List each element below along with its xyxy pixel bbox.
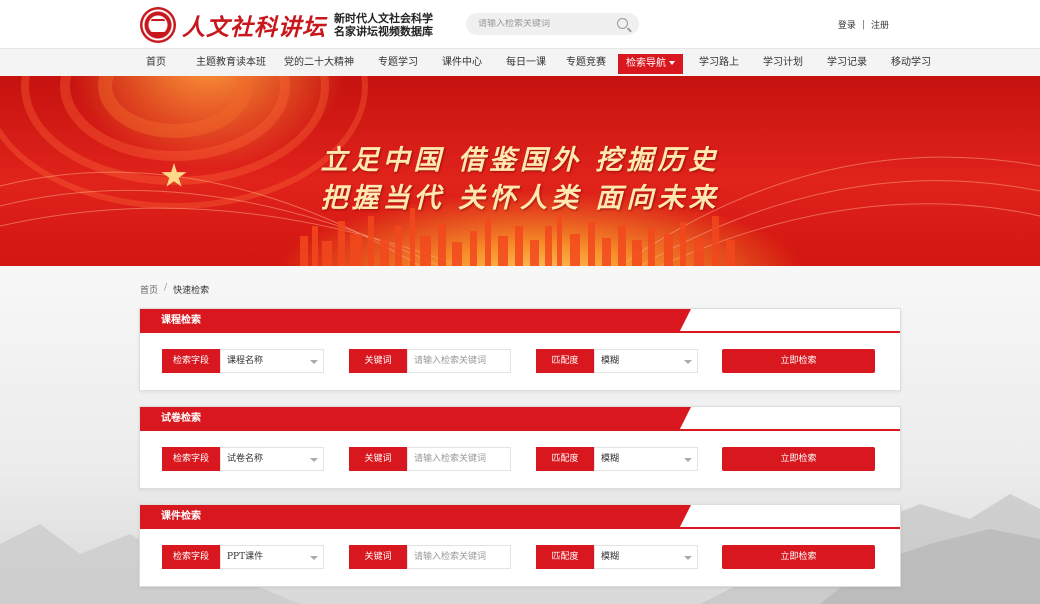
logo-subtitle-line-2: 名家讲坛视频数据库 [334,25,433,38]
match-select-value: 模糊 [601,552,620,562]
nav-item-study-record[interactable]: 学习记录 [827,49,867,77]
keyword-input[interactable]: 请输入检索关键词 [407,545,511,569]
keyword-input[interactable]: 请输入检索关键词 [407,447,511,471]
search-form-row: 检索字段 试卷名称 关键词 请输入检索关键词 匹配度 模糊 立即检索 [140,447,902,471]
match-select[interactable]: 模糊 [594,447,698,471]
search-button[interactable]: 立即检索 [722,349,875,373]
header-search [466,13,639,35]
chevron-down-icon [684,458,692,462]
nav-item-search-nav-label: 检索导航 [626,57,666,69]
chevron-down-icon [669,61,675,65]
match-select-value: 模糊 [601,454,620,464]
match-select[interactable]: 模糊 [594,349,698,373]
nav-item-mobile[interactable]: 移动学习 [891,49,931,77]
login-link[interactable]: 登录 [838,18,856,31]
breadcrumb-separator: / [164,283,168,293]
auth-separator: | [861,19,865,30]
match-label: 匹配度 [536,447,594,471]
breadcrumb-current: 快速检索 [173,286,210,296]
field-select[interactable]: 课程名称 [220,349,324,373]
field-select-value: 试卷名称 [227,454,264,464]
chevron-down-icon [684,556,692,560]
field-select[interactable]: 试卷名称 [220,447,324,471]
nav-item-contest[interactable]: 专题竞赛 [566,49,606,77]
exam-search-panel: 试卷检索 检索字段 试卷名称 关键词 请输入检索关键词 匹配度 模糊 立即检索 [139,406,901,489]
site-logo[interactable]: 人文社科讲坛 新时代人文社会科学 名家讲坛视频数据库 [140,6,433,44]
nav-item-theme-reading[interactable]: 主题教育读本班 [196,49,266,77]
course-search-panel: 课程检索 检索字段 课程名称 关键词 请输入检索关键词 匹配度 模糊 立即检索 [139,308,901,391]
match-select-value: 模糊 [601,356,620,366]
register-link[interactable]: 注册 [871,18,889,31]
logo-emblem-icon [140,7,176,43]
logo-title: 人文社科讲坛 [182,14,326,41]
panel-header: 课程检索 [140,309,900,333]
panel-title: 试卷检索 [140,407,691,431]
keyword-label: 关键词 [349,349,407,373]
panel-title: 课件检索 [140,505,691,529]
nav-item-topic-study[interactable]: 专题学习 [378,49,418,77]
chevron-down-icon [310,360,318,364]
site-header: 人文社科讲坛 新时代人文社会科学 名家讲坛视频数据库 登录 | 注册 [0,0,1040,48]
auth-links: 登录 | 注册 [838,18,889,32]
field-select-value: PPT课件 [227,552,264,562]
match-select[interactable]: 模糊 [594,545,698,569]
nav-item-daily-lesson[interactable]: 每日一课 [506,49,546,77]
banner-slogan-line-1: 立足中国 借鉴国外 挖掘历史 [320,145,720,176]
nav-item-search-nav[interactable]: 检索导航 [618,53,683,74]
breadcrumb-home[interactable]: 首页 [140,283,158,296]
banner-slogan-line-2: 把握当代 关怀人类 面向未来 [320,183,720,214]
search-form-row: 检索字段 课程名称 关键词 请输入检索关键词 匹配度 模糊 立即检索 [140,349,902,373]
nav-item-learning-road[interactable]: 学习路上 [699,49,739,77]
chevron-down-icon [310,556,318,560]
search-form-row: 检索字段 PPT课件 关键词 请输入检索关键词 匹配度 模糊 立即检索 [140,545,902,569]
field-label: 检索字段 [162,447,220,471]
nav-item-study-plan[interactable]: 学习计划 [763,49,803,77]
hero-banner: 立足中国 借鉴国外 挖掘历史 把握当代 关怀人类 面向未来 [0,76,1040,266]
main-nav: 首页 主题教育读本班 党的二十大精神 专题学习 课件中心 每日一课 专题竞赛 检… [0,48,1040,76]
panel-header: 试卷检索 [140,407,900,431]
search-button[interactable]: 立即检索 [722,447,875,471]
nav-item-20th-congress[interactable]: 党的二十大精神 [284,49,354,77]
keyword-input[interactable]: 请输入检索关键词 [407,349,511,373]
courseware-search-panel: 课件检索 检索字段 PPT课件 关键词 请输入检索关键词 匹配度 模糊 立即检索 [139,504,901,587]
logo-subtitle: 新时代人文社会科学 名家讲坛视频数据库 [334,12,433,38]
search-input[interactable] [466,19,606,29]
breadcrumb: 首页 / 快速检索 [140,283,209,296]
chevron-down-icon [310,458,318,462]
search-icon[interactable] [617,18,628,29]
match-label: 匹配度 [536,545,594,569]
nav-item-courseware[interactable]: 课件中心 [442,49,482,77]
keyword-label: 关键词 [349,447,407,471]
nav-item-home[interactable]: 首页 [146,49,166,77]
panel-title: 课程检索 [140,309,691,333]
match-label: 匹配度 [536,349,594,373]
keyword-label: 关键词 [349,545,407,569]
logo-subtitle-line-1: 新时代人文社会科学 [334,12,433,25]
field-label: 检索字段 [162,349,220,373]
field-label: 检索字段 [162,545,220,569]
field-select-value: 课程名称 [227,356,264,366]
panel-header: 课件检索 [140,505,900,529]
field-select[interactable]: PPT课件 [220,545,324,569]
search-button[interactable]: 立即检索 [722,545,875,569]
chevron-down-icon [684,360,692,364]
